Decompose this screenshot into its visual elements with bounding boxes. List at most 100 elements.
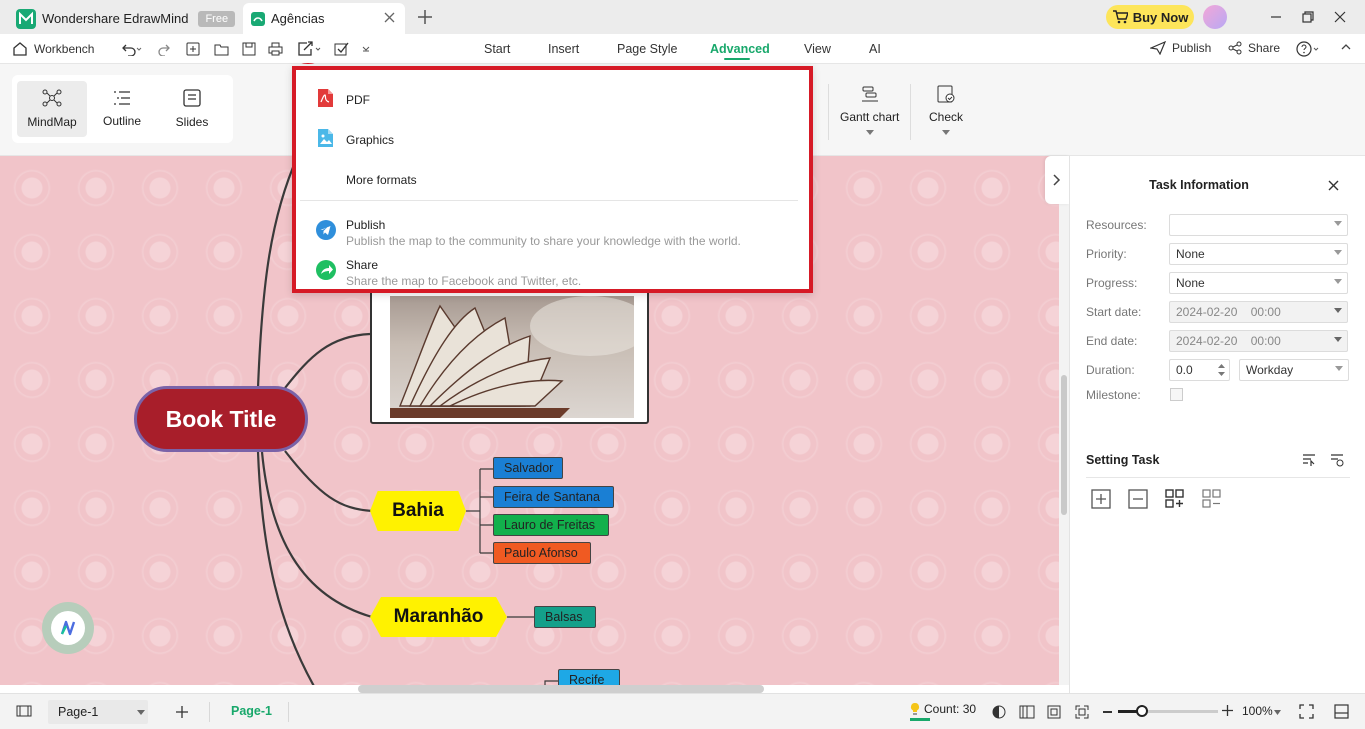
new-file-icon[interactable] [186, 42, 200, 56]
restore-icon[interactable] [1300, 9, 1316, 25]
duration-unit-select[interactable]: Workday [1239, 359, 1349, 381]
export-graphics-label: Graphics [346, 133, 395, 147]
horizontal-scrollbar[interactable] [358, 685, 764, 693]
panel-toggle-button[interactable] [1045, 156, 1069, 204]
page-tab[interactable]: Page-1 [231, 704, 272, 718]
chevron-down-icon[interactable] [1274, 710, 1281, 715]
close-tab-icon[interactable] [384, 12, 395, 23]
chevron-down-icon [865, 130, 874, 135]
zoom-in-icon[interactable] [1222, 705, 1233, 716]
subtopic-balsas[interactable]: Balsas [534, 606, 596, 628]
check-label: Check [929, 110, 964, 124]
menu-publish-item[interactable]: Publish Publish the map to the community… [296, 210, 809, 248]
fit-screen-icon[interactable] [1075, 705, 1089, 719]
remove-subtask-icon[interactable] [1202, 489, 1222, 509]
zoom-slider-thumb[interactable] [1136, 705, 1148, 717]
zoom-slider[interactable] [1118, 705, 1218, 717]
share-description: Share the map to Facebook and Twitter, e… [346, 274, 582, 288]
slides-icon [183, 89, 201, 107]
ai-assistant-button[interactable] [42, 602, 94, 654]
close-panel-icon[interactable] [1328, 180, 1339, 191]
minimize-icon[interactable] [1268, 9, 1284, 25]
menu-start[interactable]: Start [484, 42, 510, 56]
start-date-field[interactable]: 2024-02-20 00:00 [1169, 301, 1348, 323]
sidebar-toggle-icon[interactable] [16, 705, 32, 717]
menu-insert[interactable]: Insert [548, 42, 579, 56]
share-arrow-icon [316, 260, 336, 280]
fit-page-icon[interactable] [1047, 705, 1061, 719]
workbench-button[interactable]: Workbench [12, 41, 94, 56]
fullscreen-icon[interactable] [1299, 704, 1314, 719]
subtopic-salvador[interactable]: Salvador [493, 457, 563, 479]
vertical-scrollbar[interactable] [1061, 375, 1067, 515]
collapse-ribbon-icon[interactable] [1340, 41, 1352, 53]
save-icon[interactable] [242, 42, 256, 56]
topic-bahia[interactable]: Bahia [370, 491, 466, 531]
zoom-level[interactable]: 100% [1242, 704, 1273, 718]
export-more-formats-item[interactable]: More formats [296, 160, 809, 192]
close-window-icon[interactable] [1332, 9, 1348, 25]
subtopic-paulo-afonso[interactable]: Paulo Afonso [493, 542, 591, 564]
export-graphics-item[interactable]: Graphics [296, 120, 809, 152]
milestone-checkbox[interactable] [1170, 388, 1183, 401]
more-chevron-icon[interactable] [361, 44, 371, 54]
topic-maranhao[interactable]: Maranhão [370, 597, 507, 637]
topic-image-card[interactable] [370, 286, 649, 424]
stepper-arrows-icon[interactable] [1218, 363, 1225, 377]
remove-task-icon[interactable] [1128, 489, 1148, 509]
publish-button[interactable]: Publish [1150, 41, 1211, 55]
menu-advanced[interactable]: Advanced [710, 42, 770, 56]
avatar[interactable] [1203, 5, 1227, 29]
add-task-icon[interactable] [1091, 489, 1111, 509]
redo-icon[interactable] [158, 42, 172, 56]
end-date-field[interactable]: 2024-02-20 00:00 [1169, 330, 1348, 352]
priority-select[interactable]: None [1169, 243, 1348, 265]
theme-icon[interactable] [992, 705, 1006, 719]
menu-view[interactable]: View [804, 42, 831, 56]
main-toolbar: Workbench Start Insert Page Style Advanc… [0, 34, 1365, 103]
mode-outline-button[interactable]: Outline [87, 81, 157, 137]
open-folder-icon[interactable] [214, 42, 229, 56]
count-progress [910, 718, 930, 721]
page-select[interactable]: Page-1 [48, 700, 148, 724]
share-button[interactable]: Share [1228, 41, 1280, 55]
menu-ai[interactable]: AI [869, 42, 881, 56]
status-bar: Page-1 Page-1 Count: 30 100% [0, 693, 1365, 729]
buy-now-button[interactable]: Buy Now [1106, 5, 1194, 29]
add-subtask-icon[interactable] [1165, 489, 1185, 509]
duration-value: 0.0 [1176, 363, 1193, 377]
subtopic-lauro-de-freitas[interactable]: Lauro de Freitas [493, 514, 609, 536]
resources-select[interactable] [1169, 214, 1348, 236]
document-icon [251, 11, 265, 26]
app-tab[interactable]: Wondershare EdrawMind Free [8, 3, 243, 34]
print-icon[interactable] [268, 42, 283, 56]
zoom-out-icon[interactable] [1103, 711, 1112, 713]
menu-share-item[interactable]: Share Share the map to Facebook and Twit… [296, 250, 809, 288]
help-icon[interactable] [1296, 41, 1322, 57]
gantt-chart-button[interactable]: Gantt chart [840, 84, 899, 135]
chevron-down-icon [137, 710, 145, 715]
root-topic[interactable]: Book Title [134, 386, 308, 452]
menu-page-style[interactable]: Page Style [617, 42, 677, 56]
duration-stepper[interactable]: 0.0 [1169, 359, 1230, 381]
share-label: Share [1248, 41, 1281, 55]
progress-select[interactable]: None [1169, 272, 1348, 294]
add-page-icon[interactable] [175, 705, 189, 719]
task-check-icon[interactable] [334, 41, 350, 57]
panel-layout-icon[interactable] [1334, 704, 1349, 719]
mode-mindmap-button[interactable]: MindMap [17, 81, 87, 137]
new-tab-icon[interactable] [417, 9, 433, 25]
mode-slides-button[interactable]: Slides [157, 81, 227, 137]
undo-icon[interactable] [120, 42, 144, 56]
document-tab[interactable]: Agências [243, 3, 405, 34]
check-button[interactable]: Check [929, 84, 963, 135]
subtopic-recife[interactable]: Recife [558, 669, 620, 685]
task-settings-icon[interactable] [1330, 453, 1344, 467]
align-tasks-icon[interactable] [1302, 453, 1316, 467]
mindmap-icon [42, 89, 62, 107]
export-icon[interactable] [297, 41, 323, 57]
book-view-icon[interactable] [1019, 705, 1035, 719]
export-pdf-item[interactable]: PDF [296, 80, 809, 112]
check-icon [936, 84, 956, 104]
subtopic-feira-de-santana[interactable]: Feira de Santana [493, 486, 614, 508]
